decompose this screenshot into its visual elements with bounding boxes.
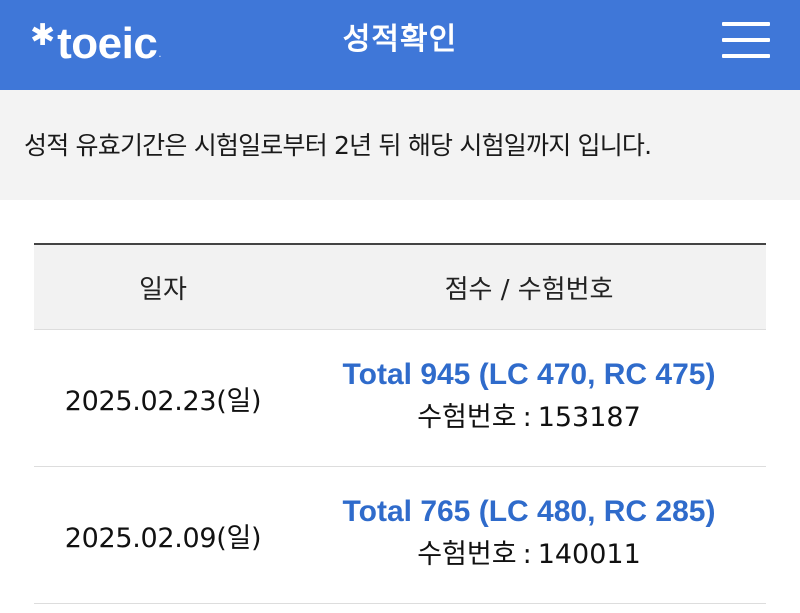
- exam-number-label: 수험번호: [417, 539, 517, 570]
- column-header-date: 일자: [139, 274, 187, 305]
- table-header: 일자 점수 / 수험번호: [34, 243, 766, 330]
- top-app-bar: ✱ toeic . 성적확인: [0, 0, 800, 90]
- exam-number-value: 153187: [537, 402, 641, 433]
- score-cell: Total 945 (LC 470, RC 475) 수험번호:153187: [292, 355, 766, 441]
- exam-number-value: 140011: [537, 539, 641, 570]
- score-cell: Total 765 (LC 480, RC 285) 수험번호:140011: [292, 492, 766, 578]
- menu-bar: [722, 54, 770, 58]
- exam-number-line: 수험번호:140011: [292, 532, 766, 578]
- table-row: 2025.02.09(일) Total 765 (LC 480, RC 285)…: [34, 467, 766, 604]
- score-link[interactable]: Total 945 (LC 470, RC 475): [292, 355, 766, 395]
- page-title: 성적확인: [342, 22, 458, 57]
- menu-bar: [722, 22, 770, 26]
- exam-number-separator: :: [522, 539, 532, 570]
- exam-date: 2025.02.23(일): [64, 385, 262, 417]
- exam-number-separator: :: [522, 402, 532, 433]
- validity-notice: 성적 유효기간은 시험일로부터 2년 뒤 해당 시험일까지 입니다.: [0, 90, 800, 200]
- exam-number-label: 수험번호: [417, 402, 517, 433]
- table-row: 2025.02.23(일) Total 945 (LC 470, RC 475)…: [34, 330, 766, 467]
- exam-number-line: 수험번호:153187: [292, 395, 766, 441]
- menu-bar: [722, 38, 770, 42]
- score-table: 일자 점수 / 수험번호 2025.02.23(일) Total 945 (LC…: [34, 243, 766, 604]
- exam-date: 2025.02.09(일): [64, 522, 262, 554]
- hamburger-menu-icon[interactable]: [722, 20, 770, 60]
- score-link[interactable]: Total 765 (LC 480, RC 285): [292, 492, 766, 532]
- validity-notice-text: 성적 유효기간은 시험일로부터 2년 뒤 해당 시험일까지 입니다.: [24, 131, 652, 160]
- column-header-score: 점수 / 수험번호: [444, 274, 614, 305]
